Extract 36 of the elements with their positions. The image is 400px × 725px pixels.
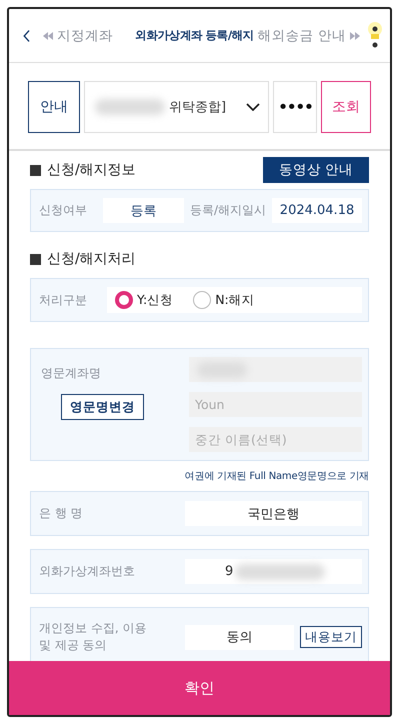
square-bullet-icon [30,254,41,264]
double-right-arrow-icon[interactable] [350,32,360,40]
confirm-button[interactable]: 확인 [9,661,390,715]
name-field[interactable] [189,357,362,382]
field-value: 국민은행 [185,501,362,526]
section-title: 신청/해지정보 [47,161,136,179]
radio-icon[interactable] [115,291,133,309]
lookup-button[interactable]: 조회 [321,81,371,133]
account-select[interactable]: 위탁종합] [84,81,269,133]
guide-button[interactable]: 안내 [28,81,80,133]
radio-option[interactable]: N:해지 [193,291,255,309]
field-value: 2024.04.18 [272,198,362,223]
field-label: 은 행 명 [39,505,84,522]
radio-option[interactable]: Y:신청 [115,291,174,309]
password-field[interactable]: •••• [273,81,317,133]
field-label: 영문계좌명 [41,365,101,382]
square-bullet-icon [30,164,41,176]
double-left-arrow-icon[interactable] [43,32,54,40]
field-value: 등록 [103,198,184,223]
header-tab[interactable]: 외화가상계좌 등록/해지 [135,28,254,43]
field-label: 개인정보 수집, 이용 및 제공 동의 [39,620,148,654]
account-number: 9 [225,564,234,579]
field-label: 신청여부 [39,202,88,219]
video-guide-button[interactable]: 동영상 안내 [263,157,369,183]
field-value: 동의 [185,624,294,650]
view-content-button[interactable]: 내용보기 [300,626,362,648]
chevron-down-icon [246,103,260,111]
field-label: 등록/해지일시 [190,202,266,219]
field-label: 처리구분 [39,292,88,308]
radio-icon[interactable] [193,291,212,309]
name-field[interactable]: 중간 이름(선택) [189,427,362,452]
change-name-button[interactable]: 영문명변경 [61,394,144,420]
hint-text: 여권에 기재된 Full Name영문명으로 기재 [184,470,369,483]
field-label: 외화가상계좌번호 [39,563,136,580]
section-title: 신청/해지처리 [47,250,136,268]
name-field[interactable]: Youn [189,392,362,417]
